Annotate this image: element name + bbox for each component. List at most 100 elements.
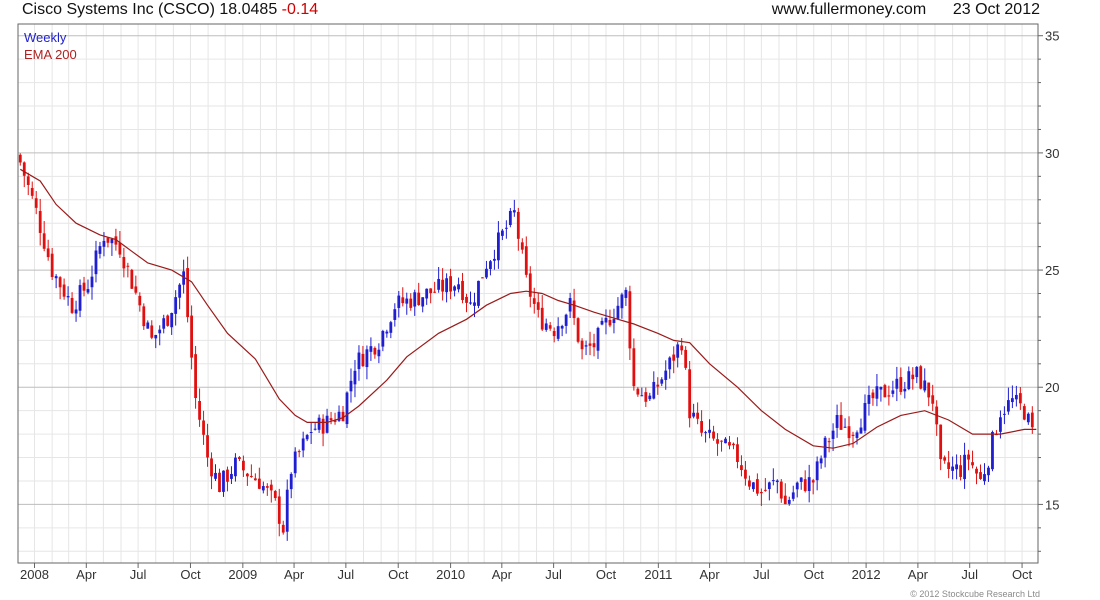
- candle-body: [174, 297, 178, 314]
- candle-body: [90, 276, 94, 288]
- candle-body: [142, 306, 146, 327]
- x-tick-label: Jul: [338, 567, 355, 582]
- candle-body: [206, 435, 209, 458]
- candle-body: [126, 265, 130, 267]
- candle-body: [887, 395, 891, 397]
- candle-body: [895, 378, 899, 389]
- candle-body: [520, 242, 524, 250]
- candle-body: [389, 322, 393, 333]
- candle-body: [214, 472, 217, 479]
- candle-body: [38, 211, 42, 233]
- x-tick-label: 2009: [228, 567, 257, 582]
- candle-body: [150, 325, 154, 338]
- candle-body: [899, 377, 903, 392]
- candle-body: [943, 457, 947, 461]
- candle-body: [154, 334, 158, 339]
- candle-body: [94, 250, 98, 275]
- candle-body: [190, 315, 194, 358]
- candle-body: [955, 464, 959, 470]
- candle-body: [445, 278, 449, 293]
- candle-body: [433, 291, 437, 293]
- candle-body: [325, 415, 329, 433]
- candle-body: [736, 444, 739, 462]
- candle-body: [951, 466, 955, 471]
- candle-body: [273, 491, 277, 499]
- candle-body: [931, 395, 935, 404]
- candle-body: [473, 302, 476, 306]
- candle-body: [485, 268, 488, 278]
- candle-body: [744, 469, 747, 479]
- candle-body: [349, 380, 353, 392]
- x-tick-label: Oct: [180, 567, 201, 582]
- candle-body: [959, 465, 962, 477]
- candle-body: [365, 349, 369, 368]
- x-tick-label: Jul: [961, 567, 978, 582]
- candle-body: [218, 472, 221, 492]
- candle-body: [656, 384, 660, 387]
- candle-body: [851, 434, 855, 436]
- candle-body: [62, 284, 66, 297]
- candle-body: [759, 492, 763, 494]
- candle-body: [289, 473, 293, 490]
- candle-body: [130, 269, 134, 289]
- candle-body: [987, 467, 990, 476]
- candle-body: [831, 430, 835, 439]
- candle-body: [257, 478, 261, 489]
- candle-body: [588, 343, 592, 346]
- candle-body: [963, 454, 966, 480]
- x-tick-label: Apr: [699, 567, 720, 582]
- x-tick-label: Apr: [908, 567, 929, 582]
- candle-body: [301, 438, 305, 451]
- candle-body: [110, 238, 114, 244]
- candle-body: [947, 462, 951, 470]
- candle-body: [425, 288, 429, 299]
- candle-body: [50, 253, 54, 278]
- candle-body: [604, 317, 608, 323]
- candle-body: [74, 309, 78, 314]
- candle-body: [261, 486, 265, 491]
- candle-body: [441, 279, 445, 292]
- candle-body: [684, 349, 688, 368]
- candle-body: [867, 394, 871, 404]
- candle-body: [381, 330, 385, 347]
- candle-body: [118, 242, 122, 255]
- candle-body: [82, 282, 86, 291]
- candle-body: [795, 482, 799, 490]
- candle-body: [122, 256, 126, 269]
- candle-body: [345, 392, 349, 425]
- x-tick-label: 2011: [644, 567, 672, 582]
- candle-body: [755, 479, 759, 494]
- candle-body: [596, 327, 600, 351]
- candle-body: [740, 465, 743, 471]
- candle-body: [907, 371, 911, 390]
- candle-body: [855, 432, 859, 438]
- candle-body: [429, 288, 433, 294]
- candle-body: [26, 176, 30, 185]
- candle-body: [461, 280, 464, 301]
- candle-body: [357, 352, 361, 370]
- candle-body: [393, 309, 397, 320]
- candle-body: [186, 268, 190, 318]
- candle-body: [748, 480, 751, 487]
- candle-body: [771, 480, 775, 482]
- x-tick-label: Oct: [596, 567, 617, 582]
- candle-body: [313, 428, 317, 430]
- candle-body: [584, 345, 588, 347]
- candle-body: [775, 480, 779, 483]
- candle-body: [297, 451, 301, 453]
- candle-body: [927, 382, 931, 398]
- candle-body: [516, 211, 520, 239]
- candle-body: [22, 162, 26, 176]
- candle-body: [409, 298, 413, 308]
- candle-body: [465, 296, 468, 303]
- candle-body: [401, 297, 405, 304]
- candle-body: [528, 273, 532, 297]
- candle-body: [819, 458, 823, 464]
- candle-body: [369, 346, 373, 352]
- candle-body: [632, 348, 636, 387]
- candle-body: [178, 284, 182, 298]
- candle-body: [413, 292, 417, 307]
- candle-body: [720, 440, 723, 442]
- candle-body: [18, 154, 22, 163]
- x-tick-label: Apr: [492, 567, 513, 582]
